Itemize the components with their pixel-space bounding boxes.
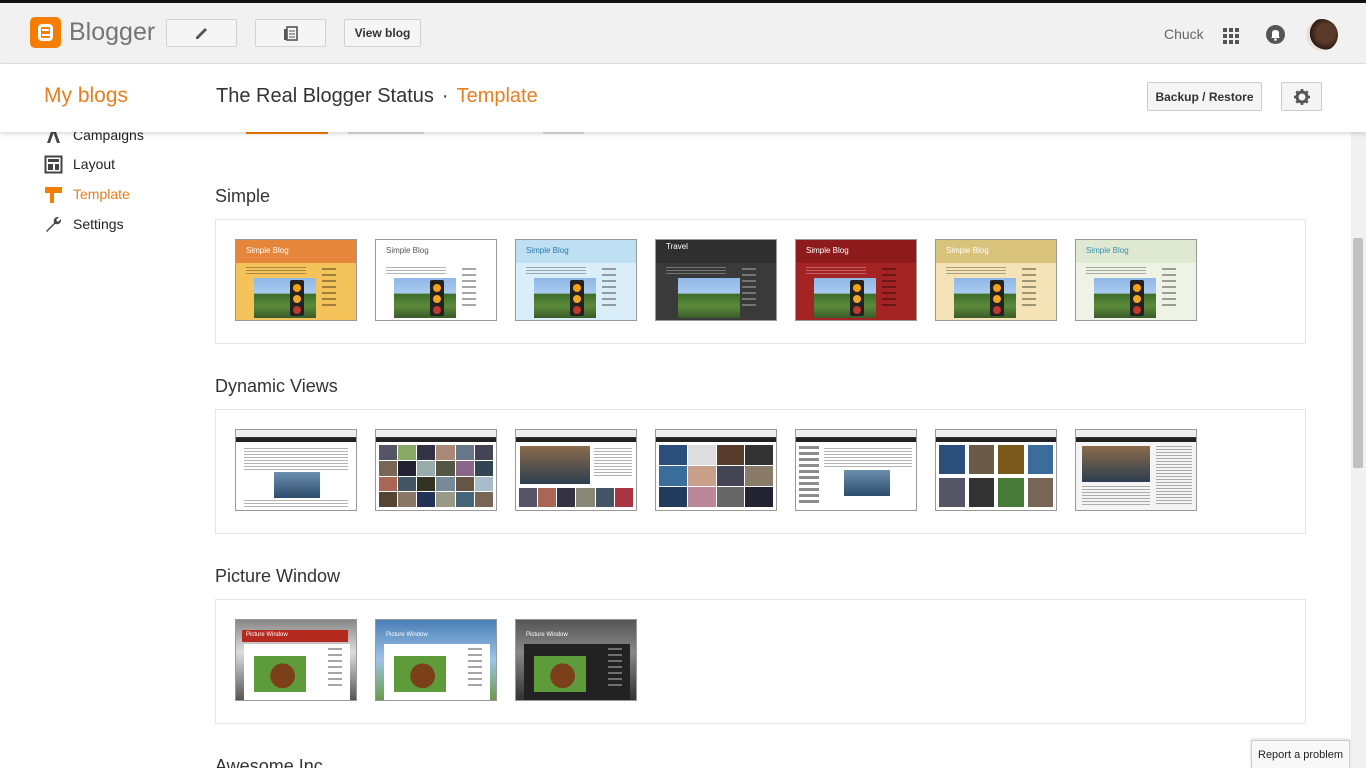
blogger-logo-icon	[30, 17, 61, 48]
blogger-logo[interactable]: Blogger	[30, 17, 155, 48]
user-name[interactable]: Chuck	[1164, 26, 1204, 42]
template-thumb[interactable]: Simple Blog	[1075, 239, 1197, 321]
notifications-bell-icon[interactable]	[1266, 25, 1285, 44]
sub-header: My blogs The Real Blogger Status · Templat…	[0, 64, 1366, 132]
blog-title: The Real Blogger Status	[216, 85, 434, 107]
gear-icon	[1293, 88, 1310, 105]
my-blogs-link[interactable]: My blogs	[44, 84, 128, 108]
template-icon	[44, 185, 63, 204]
settings-gear-button[interactable]	[1281, 82, 1322, 111]
template-thumb[interactable]	[235, 429, 357, 511]
section-title-dynamic-views: Dynamic Views	[215, 376, 338, 396]
posts-icon	[283, 26, 298, 41]
sidebar-item-layout[interactable]: Layout	[44, 153, 115, 175]
template-thumb[interactable]: Simple Blog	[515, 239, 637, 321]
sidebar-item-template[interactable]: Template	[44, 183, 130, 205]
sidebar-item-settings[interactable]: Settings	[44, 213, 124, 235]
title-separator: ·	[441, 85, 449, 107]
template-gallery-simple: Simple Blog Simple Blog Simple Blog Trav…	[215, 219, 1306, 344]
apps-grid-icon[interactable]	[1223, 28, 1239, 44]
app-name: Blogger	[69, 18, 156, 46]
template-thumb[interactable]	[1075, 429, 1197, 511]
section-title-simple: Simple	[215, 186, 271, 206]
template-thumb[interactable]: Simple Blog	[935, 239, 1057, 321]
backup-restore-button[interactable]: Backup / Restore	[1147, 82, 1262, 111]
template-thumb[interactable]: Simple Blog	[235, 239, 357, 321]
top-bar: Blogger View blog Chuck	[0, 3, 1366, 64]
template-thumb[interactable]: Picture Window	[235, 619, 357, 701]
template-thumb[interactable]: Picture Window	[375, 619, 497, 701]
template-thumb[interactable]: Travel	[655, 239, 777, 321]
template-thumb[interactable]	[375, 429, 497, 511]
posts-list-button[interactable]	[255, 19, 326, 47]
template-thumb[interactable]	[655, 429, 777, 511]
template-gallery-picture-window: Picture Window Picture Window Picture Wi…	[215, 599, 1306, 724]
template-gallery-dynamic-views	[215, 409, 1306, 534]
wrench-icon	[44, 215, 63, 234]
page-title: The Real Blogger Status · Template	[216, 85, 538, 108]
section-title-awesome-inc: Awesome Inc.	[215, 756, 328, 768]
scrollbar-thumb[interactable]	[1353, 238, 1363, 468]
template-thumb[interactable]	[935, 429, 1057, 511]
section-title: Template	[456, 85, 538, 107]
layout-icon	[44, 155, 63, 174]
template-thumb[interactable]: Simple Blog	[795, 239, 917, 321]
report-problem-button[interactable]: Report a problem	[1251, 740, 1350, 768]
sidebar-item-label: Settings	[73, 216, 124, 232]
new-post-button[interactable]	[166, 19, 237, 47]
view-blog-button[interactable]: View blog	[344, 19, 421, 47]
template-thumb[interactable]	[515, 429, 637, 511]
sidebar-item-label: Template	[73, 186, 130, 202]
template-thumb[interactable]: Picture Window	[515, 619, 637, 701]
sidebar-item-label: Layout	[73, 156, 116, 172]
template-thumb[interactable]	[795, 429, 917, 511]
avatar[interactable]	[1306, 19, 1338, 51]
pencil-icon	[195, 28, 207, 39]
section-title-picture-window: Picture Window	[215, 566, 341, 586]
template-thumb[interactable]: Simple Blog	[375, 239, 497, 321]
